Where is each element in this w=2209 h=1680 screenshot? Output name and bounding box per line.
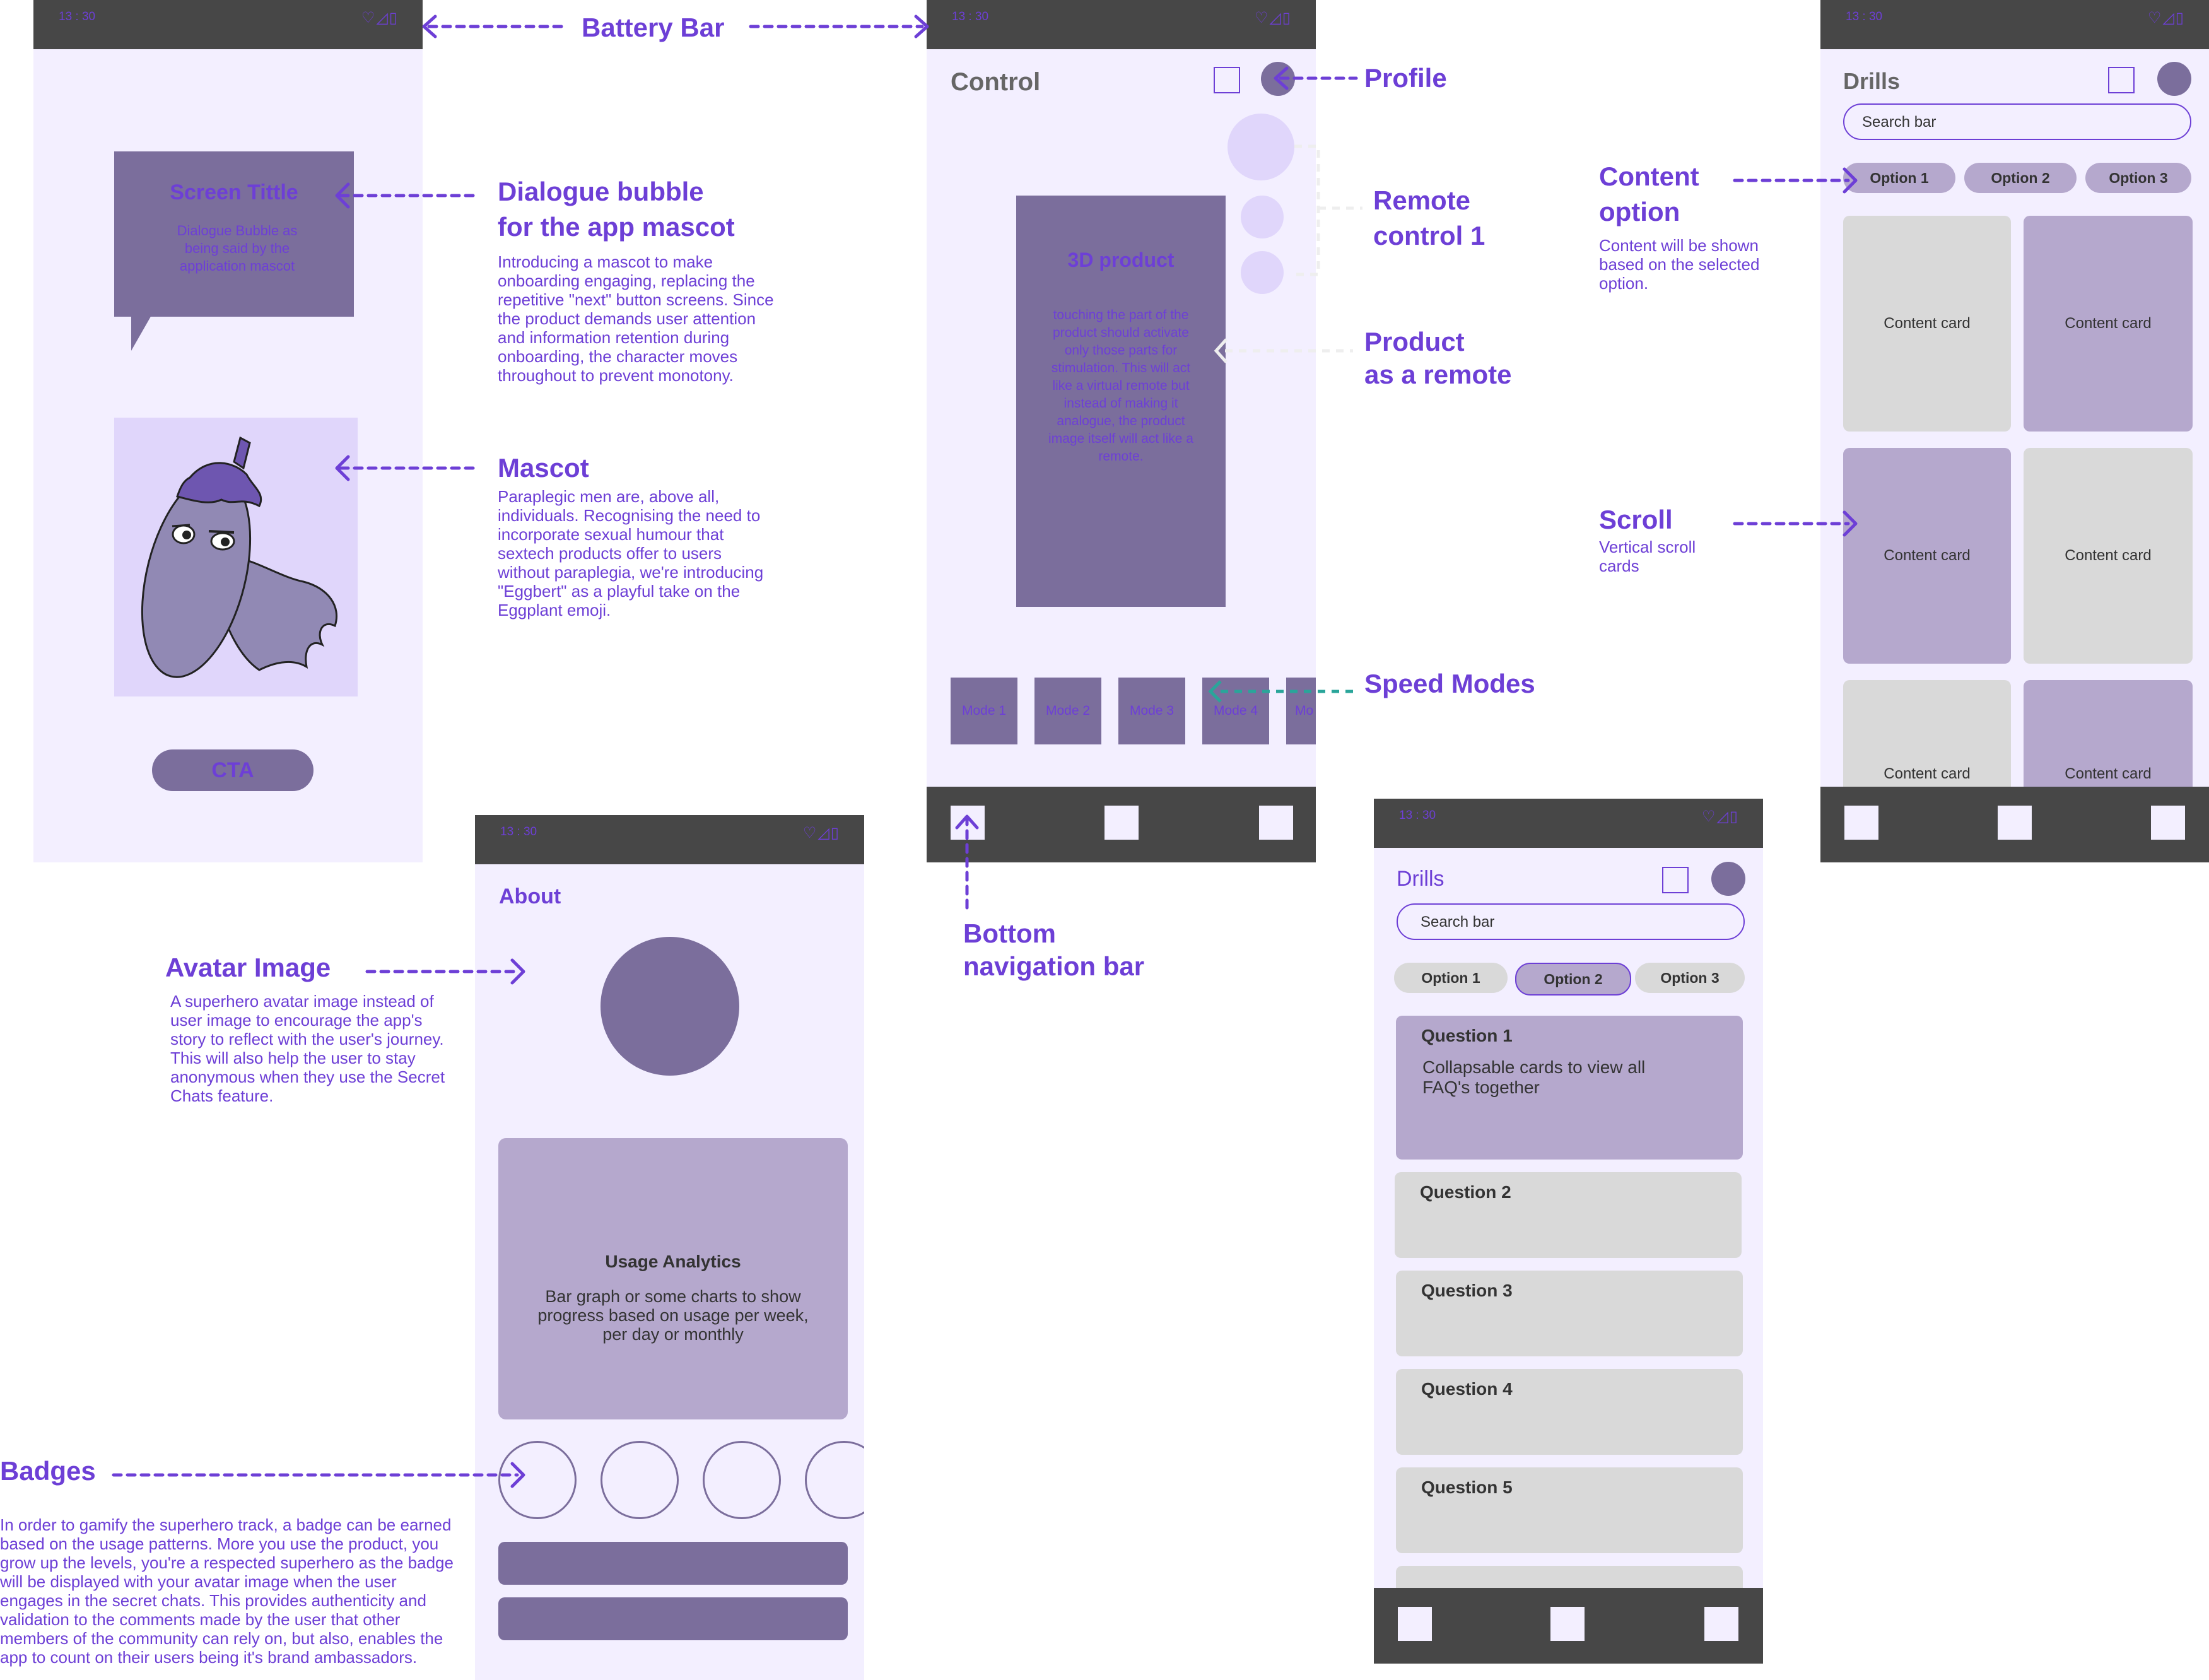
annotation-arrows [112,15,1858,1488]
